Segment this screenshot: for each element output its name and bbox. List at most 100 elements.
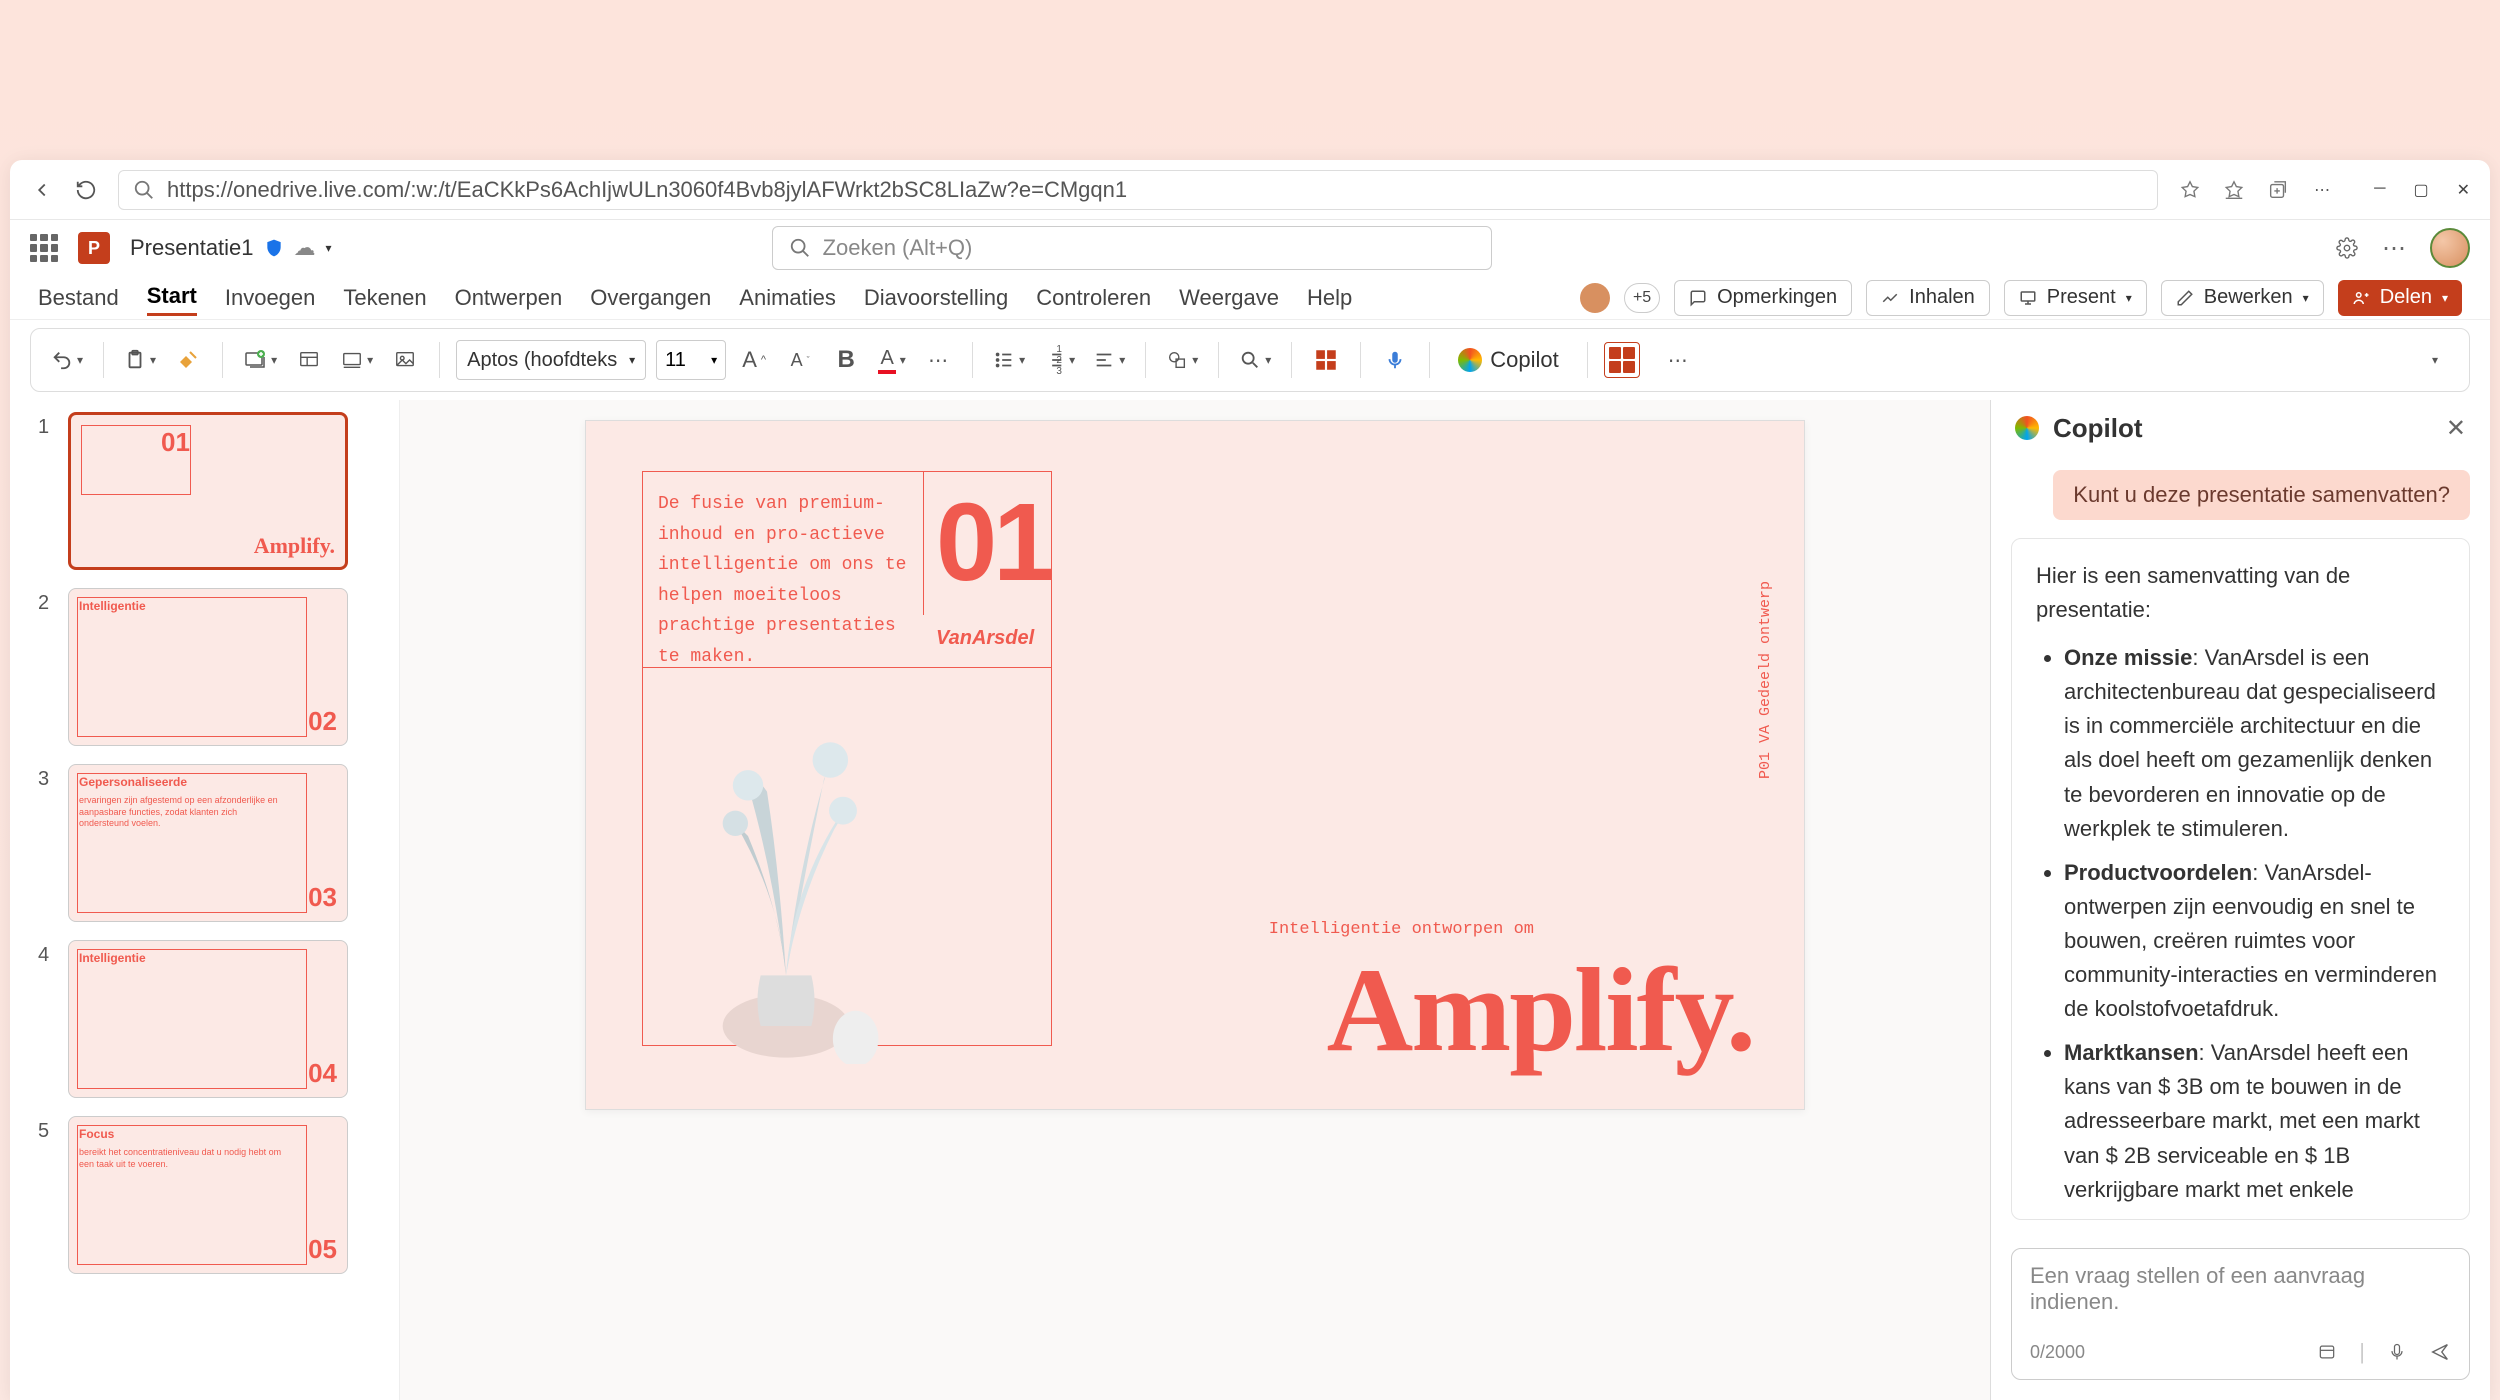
document-title[interactable]: Presentatie1 ☁ ▾ — [130, 235, 332, 261]
font-color-button[interactable]: A▾ — [874, 340, 910, 380]
search-icon — [789, 237, 811, 259]
title-chevron-icon[interactable]: ▾ — [326, 241, 332, 255]
layout-button[interactable] — [291, 340, 327, 380]
tab-weergave[interactable]: Weergave — [1179, 281, 1279, 315]
copilot-icon — [1458, 348, 1482, 372]
tab-help[interactable]: Help — [1307, 281, 1352, 315]
favorites-bar-icon[interactable] — [2222, 178, 2246, 202]
numbering-button[interactable]: 123▾ — [1039, 340, 1079, 380]
copilot-icon — [2015, 416, 2039, 440]
tab-tekenen[interactable]: Tekenen — [343, 281, 426, 315]
ribbon-collapse-button[interactable]: ▾ — [2417, 340, 2453, 380]
share-button[interactable]: Delen▾ — [2338, 280, 2462, 316]
thumbnail-1[interactable]: 01 Amplify. — [68, 412, 348, 570]
slide-description: De fusie van premium-inhoud en pro-actie… — [658, 489, 908, 673]
powerpoint-icon: P — [78, 232, 110, 264]
slide-subtitle: Intelligentie ontworpen om — [1269, 920, 1534, 939]
thumbnail-3[interactable]: Gepersonaliseerde ervaringen zijn afgest… — [68, 764, 348, 922]
copilot-send-icon[interactable] — [2429, 1341, 2451, 1363]
cloud-sync-icon: ☁ — [294, 235, 316, 261]
copilot-panel: Copilot ✕ Kunt u deze presentatie samenv… — [1990, 400, 2490, 1400]
maximize-button[interactable]: ▢ — [2413, 180, 2428, 200]
decrease-font-button[interactable]: Aˇ — [782, 340, 818, 380]
copilot-card-icon[interactable] — [2317, 1342, 2337, 1362]
paste-button[interactable]: ▾ — [120, 340, 160, 380]
tab-diavoorstelling[interactable]: Diavoorstelling — [864, 281, 1008, 315]
tab-ontwerpen[interactable]: Ontwerpen — [455, 281, 563, 315]
tab-overgangen[interactable]: Overgangen — [590, 281, 711, 315]
slide-plant-image — [646, 684, 926, 1064]
refresh-button[interactable] — [74, 178, 98, 202]
thumbnail-4[interactable]: Intelligentie 04 — [68, 940, 348, 1098]
tab-controleren[interactable]: Controleren — [1036, 281, 1151, 315]
thumbnail-5[interactable]: Focus bereikt het concentratieniveau dat… — [68, 1116, 348, 1274]
thumb-number: 2 — [38, 588, 58, 746]
bold-button[interactable]: B — [828, 340, 864, 380]
align-button[interactable]: ▾ — [1089, 340, 1129, 380]
slide-big-number: 01 — [936, 479, 1050, 606]
settings-icon[interactable] — [2336, 237, 2358, 259]
collections-icon[interactable] — [2266, 178, 2290, 202]
new-slide-button[interactable]: ▾ — [239, 340, 281, 380]
present-button[interactable]: Present▾ — [2004, 280, 2147, 316]
minimize-button[interactable]: ─ — [2374, 180, 2385, 200]
header-more-icon[interactable]: ⋯ — [2382, 234, 2406, 263]
toolbar-more-button[interactable]: ⋯ — [1660, 340, 1696, 380]
tab-start[interactable]: Start — [147, 279, 197, 316]
search-box[interactable]: Zoeken (Alt+Q) — [772, 226, 1492, 270]
dictate-button[interactable] — [1377, 340, 1413, 380]
browser-more-icon[interactable]: ⋯ — [2310, 178, 2334, 202]
copilot-input-placeholder: Een vraag stellen of een aanvraag indien… — [2030, 1263, 2451, 1315]
copilot-mic-icon[interactable] — [2387, 1342, 2407, 1362]
slide-side-text: P01 VA Gedeeld ontwerp — [1757, 581, 1774, 779]
app-header: P Presentatie1 ☁ ▾ Zoeken (Alt+Q) ⋯ — [10, 220, 2490, 276]
undo-button[interactable]: ▾ — [47, 340, 87, 380]
tab-invoegen[interactable]: Invoegen — [225, 281, 316, 315]
thumb-number: 5 — [38, 1116, 58, 1274]
copilot-title: Copilot — [2053, 413, 2143, 444]
main-area: 1 01 Amplify. 2 Intelligentie 02 3 Gepe — [10, 400, 2490, 1400]
find-button[interactable]: ▾ — [1235, 340, 1275, 380]
designer-icon-button[interactable] — [1308, 340, 1344, 380]
tab-bestand[interactable]: Bestand — [38, 281, 119, 315]
thumb-number: 3 — [38, 764, 58, 922]
copilot-input-box[interactable]: Een vraag stellen of een aanvraag indien… — [2011, 1248, 2470, 1380]
slide-amplify-title: Amplify. — [1327, 941, 1754, 1079]
url-text: https://onedrive.live.com/:w:/t/EaCKkPs6… — [167, 177, 1127, 203]
user-message: Kunt u deze presentatie samenvatten? — [2053, 470, 2470, 520]
format-painter-button[interactable] — [170, 340, 206, 380]
designer-grid-button[interactable] — [1604, 342, 1640, 378]
url-bar[interactable]: https://onedrive.live.com/:w:/t/EaCKkPs6… — [118, 170, 2158, 210]
close-window-button[interactable]: ✕ — [2457, 180, 2470, 200]
browser-window: https://onedrive.live.com/:w:/t/EaCKkPs6… — [10, 160, 2490, 1400]
window-controls: ─ ▢ ✕ — [2374, 180, 2470, 200]
increase-font-button[interactable]: A^ — [736, 340, 772, 380]
copilot-close-button[interactable]: ✕ — [2446, 414, 2466, 443]
catchup-button[interactable]: Inhalen — [1866, 280, 1990, 316]
collaborators-count[interactable]: +5 — [1624, 283, 1660, 313]
copilot-response: Hier is een samenvatting van de presenta… — [2011, 538, 2470, 1220]
app-launcher-icon[interactable] — [30, 234, 58, 262]
slide-reuse-button[interactable]: ▾ — [337, 340, 377, 380]
font-more-button[interactable]: ⋯ — [920, 340, 956, 380]
slide-canvas[interactable]: De fusie van premium-inhoud en pro-actie… — [585, 420, 1805, 1110]
favorite-icon[interactable] — [2178, 178, 2202, 202]
tab-animaties[interactable]: Animaties — [739, 281, 836, 315]
edit-button[interactable]: Bewerken▾ — [2161, 280, 2324, 316]
thumbnail-2[interactable]: Intelligentie 02 — [68, 588, 348, 746]
font-selector[interactable]: Aptos (hoofdteks▾ — [456, 340, 646, 380]
comments-button[interactable]: Opmerkingen — [1674, 280, 1852, 316]
shapes-button[interactable]: ▾ — [1162, 340, 1202, 380]
bullets-button[interactable]: ▾ — [989, 340, 1029, 380]
toolbar: ▾ ▾ ▾ ▾ Aptos (hoofdteks▾ 11▾ A^ Aˇ B A▾… — [30, 328, 2470, 392]
thumb-number: 1 — [38, 412, 58, 570]
copilot-toolbar-button[interactable]: Copilot — [1446, 347, 1570, 373]
back-button[interactable] — [30, 178, 54, 202]
thumb-number: 4 — [38, 940, 58, 1098]
shield-icon — [264, 238, 284, 258]
user-avatar[interactable] — [2430, 228, 2470, 268]
picture-button[interactable] — [387, 340, 423, 380]
font-size-selector[interactable]: 11▾ — [656, 340, 726, 380]
collaborator-avatar[interactable] — [1580, 283, 1610, 313]
copilot-conversation: Kunt u deze presentatie samenvatten? Hie… — [1991, 456, 2490, 1234]
